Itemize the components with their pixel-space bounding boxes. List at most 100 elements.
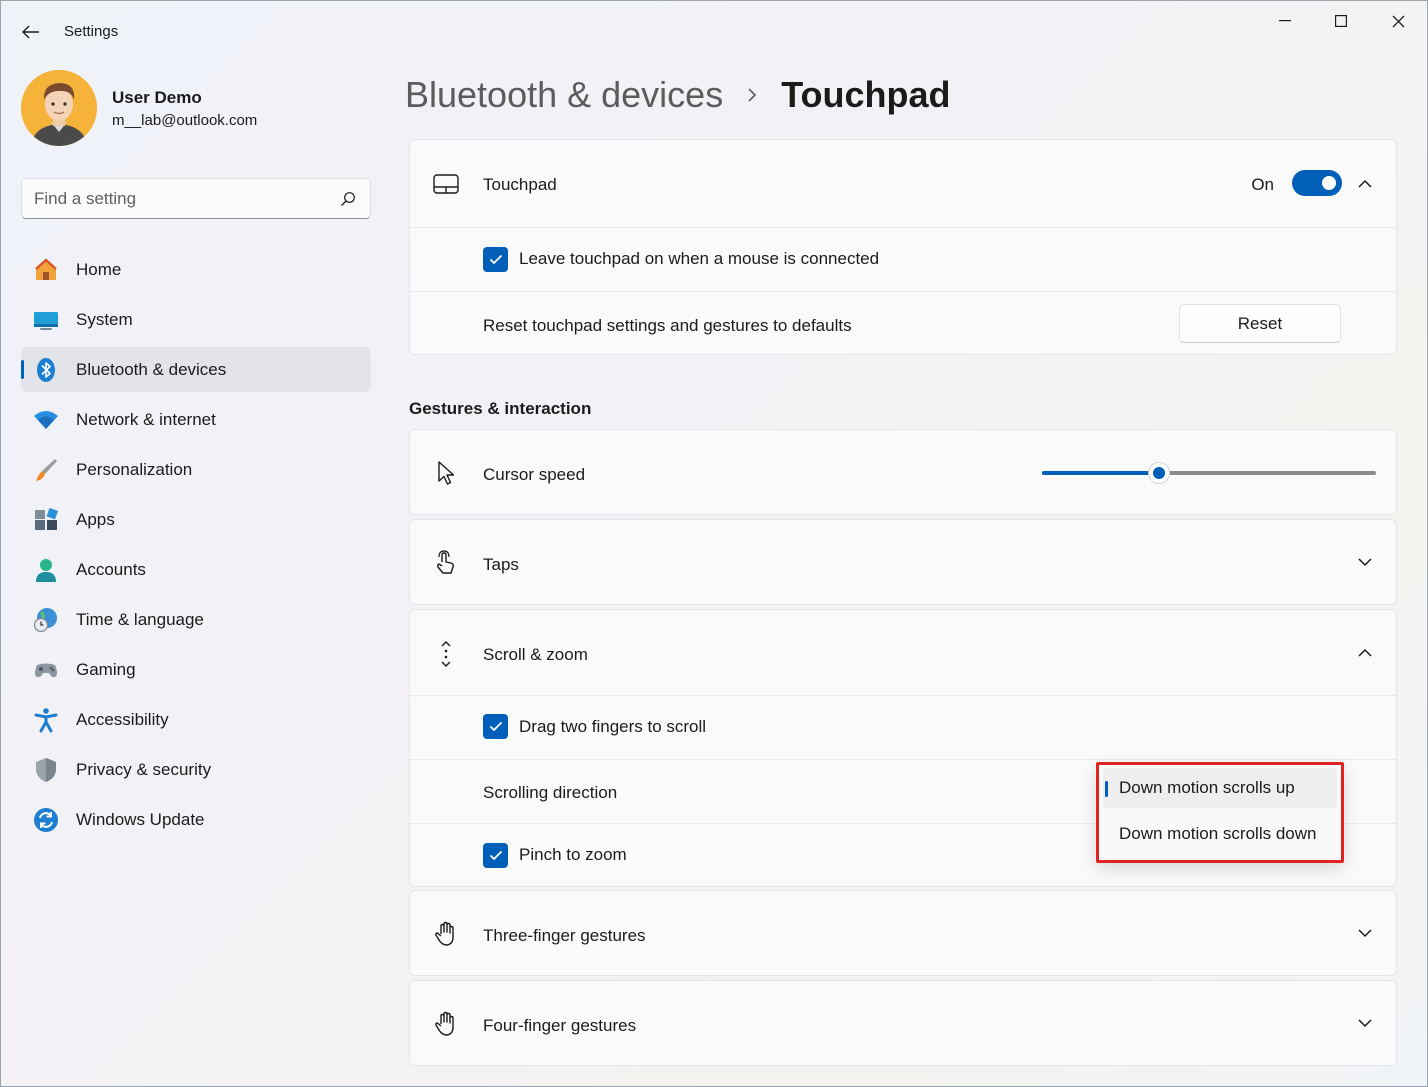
drag-two-fingers-checkbox[interactable] <box>483 714 508 739</box>
cursor-speed-label: Cursor speed <box>483 465 585 485</box>
sidebar-item-label: Privacy & security <box>76 760 211 780</box>
hand-icon <box>432 1010 460 1038</box>
sidebar-item-label: Home <box>76 260 121 280</box>
sidebar-item-personalization[interactable]: Personalization <box>21 447 371 492</box>
search-icon[interactable] <box>340 191 356 207</box>
sidebar-item-windows-update[interactable]: Windows Update <box>21 797 371 842</box>
sidebar-item-label: Windows Update <box>76 810 205 830</box>
sidebar-item-system[interactable]: System <box>21 297 371 342</box>
chevron-right-icon <box>747 87 757 103</box>
sidebar-item-bluetooth-devices[interactable]: Bluetooth & devices <box>21 347 371 392</box>
chevron-down-icon[interactable] <box>1356 924 1374 942</box>
minimize-button[interactable] <box>1262 6 1308 36</box>
close-button[interactable] <box>1375 6 1421 36</box>
scroll-zoom-header-row[interactable]: Scroll & zoom <box>410 610 1396 695</box>
section-title: Gestures & interaction <box>409 399 591 419</box>
user-profile[interactable]: User Demo m__lab@outlook.com <box>21 70 257 146</box>
page-title: Touchpad <box>781 74 950 116</box>
back-button[interactable] <box>16 18 46 46</box>
update-icon <box>33 807 59 833</box>
breadcrumb-parent[interactable]: Bluetooth & devices <box>405 74 723 116</box>
cursor-speed-row: Cursor speed <box>410 430 1396 514</box>
four-finger-row[interactable]: Four-finger gestures <box>410 981 1396 1065</box>
chevron-down-icon[interactable] <box>1356 553 1374 571</box>
touchpad-label: Touchpad <box>483 175 557 195</box>
apps-icon <box>33 507 59 533</box>
avatar <box>21 70 97 146</box>
sidebar-item-time-language[interactable]: Time & language <box>21 597 371 642</box>
title-bar: Settings <box>0 0 1428 64</box>
sidebar-item-label: Accessibility <box>76 710 169 730</box>
toggle-state-text: On <box>1251 175 1274 195</box>
slider-thumb[interactable] <box>1148 462 1170 484</box>
gamepad-icon <box>33 657 59 683</box>
toggle-knob <box>1322 176 1336 190</box>
dropdown-option-scrolls-up[interactable]: Down motion scrolls up <box>1103 768 1337 808</box>
pinch-to-zoom-checkbox[interactable] <box>483 843 508 868</box>
sidebar-item-accessibility[interactable]: Accessibility <box>21 697 371 742</box>
touchpad-card: Touchpad On Leave touchpad on when a mou… <box>409 139 1397 355</box>
cursor-speed-slider[interactable] <box>1042 463 1376 483</box>
search-input[interactable] <box>34 188 324 210</box>
globe-clock-icon <box>33 607 59 633</box>
accessibility-icon <box>33 707 59 733</box>
scroll-arrows-icon <box>432 640 460 668</box>
taps-row[interactable]: Taps <box>410 520 1396 604</box>
minimize-icon <box>1279 20 1291 22</box>
user-name: User Demo <box>112 88 257 108</box>
dropdown-option-scrolls-down[interactable]: Down motion scrolls down <box>1103 814 1337 854</box>
accounts-icon <box>33 557 59 583</box>
system-icon <box>33 307 59 333</box>
home-icon <box>33 257 59 283</box>
touchpad-toggle[interactable] <box>1292 170 1342 196</box>
three-finger-card[interactable]: Three-finger gestures <box>409 890 1397 976</box>
scrolling-direction-dropdown: Down motion scrolls up Down motion scrol… <box>1096 762 1344 863</box>
sidebar-item-apps[interactable]: Apps <box>21 497 371 542</box>
sidebar-item-gaming[interactable]: Gaming <box>21 647 371 692</box>
three-finger-label: Three-finger gestures <box>483 926 646 946</box>
chevron-up-icon[interactable] <box>1356 644 1374 662</box>
search-box[interactable] <box>21 178 371 219</box>
sidebar-item-accounts[interactable]: Accounts <box>21 547 371 592</box>
checkmark-icon <box>489 254 503 265</box>
touchpad-header-row[interactable]: Touchpad On <box>410 140 1396 227</box>
breadcrumb: Bluetooth & devices Touchpad <box>405 74 951 116</box>
chevron-up-icon[interactable] <box>1356 175 1374 193</box>
reset-label: Reset touchpad settings and gestures to … <box>483 316 852 336</box>
sidebar-item-label: Gaming <box>76 660 136 680</box>
pinch-to-zoom-label: Pinch to zoom <box>519 845 627 865</box>
sidebar-nav: Home System Bluetooth & devices Network … <box>21 247 371 847</box>
checkmark-icon <box>489 850 503 861</box>
maximize-button[interactable] <box>1318 6 1364 36</box>
checkmark-icon <box>489 721 503 732</box>
sidebar-item-privacy-security[interactable]: Privacy & security <box>21 747 371 792</box>
sidebar-item-label: Time & language <box>76 610 204 630</box>
sidebar-item-label: Apps <box>76 510 115 530</box>
three-finger-row[interactable]: Three-finger gestures <box>410 891 1396 975</box>
sidebar-item-label: Personalization <box>76 460 192 480</box>
shield-icon <box>33 757 59 783</box>
slider-fill <box>1042 471 1159 475</box>
leave-touchpad-on-label: Leave touchpad on when a mouse is connec… <box>519 249 879 269</box>
sidebar-item-label: Accounts <box>76 560 146 580</box>
sidebar-item-label: System <box>76 310 133 330</box>
back-arrow-icon <box>22 25 40 39</box>
sidebar-item-network-internet[interactable]: Network & internet <box>21 397 371 442</box>
sidebar-item-home[interactable]: Home <box>21 247 371 292</box>
drag-two-fingers-row: Drag two fingers to scroll <box>410 695 1396 759</box>
taps-card[interactable]: Taps <box>409 519 1397 605</box>
drag-two-fingers-label: Drag two fingers to scroll <box>519 717 706 737</box>
bluetooth-icon <box>33 357 59 383</box>
app-title: Settings <box>64 23 118 40</box>
chevron-down-icon[interactable] <box>1356 1014 1374 1032</box>
sidebar-item-label: Bluetooth & devices <box>76 360 226 380</box>
leave-touchpad-on-checkbox[interactable] <box>483 247 508 272</box>
reset-button[interactable]: Reset <box>1179 304 1341 343</box>
four-finger-card[interactable]: Four-finger gestures <box>409 980 1397 1066</box>
scrolling-direction-label: Scrolling direction <box>483 783 617 803</box>
sidebar-item-label: Network & internet <box>76 410 216 430</box>
taps-label: Taps <box>483 555 519 575</box>
scroll-zoom-label: Scroll & zoom <box>483 645 588 665</box>
close-icon <box>1392 15 1405 28</box>
brush-icon <box>33 457 59 483</box>
